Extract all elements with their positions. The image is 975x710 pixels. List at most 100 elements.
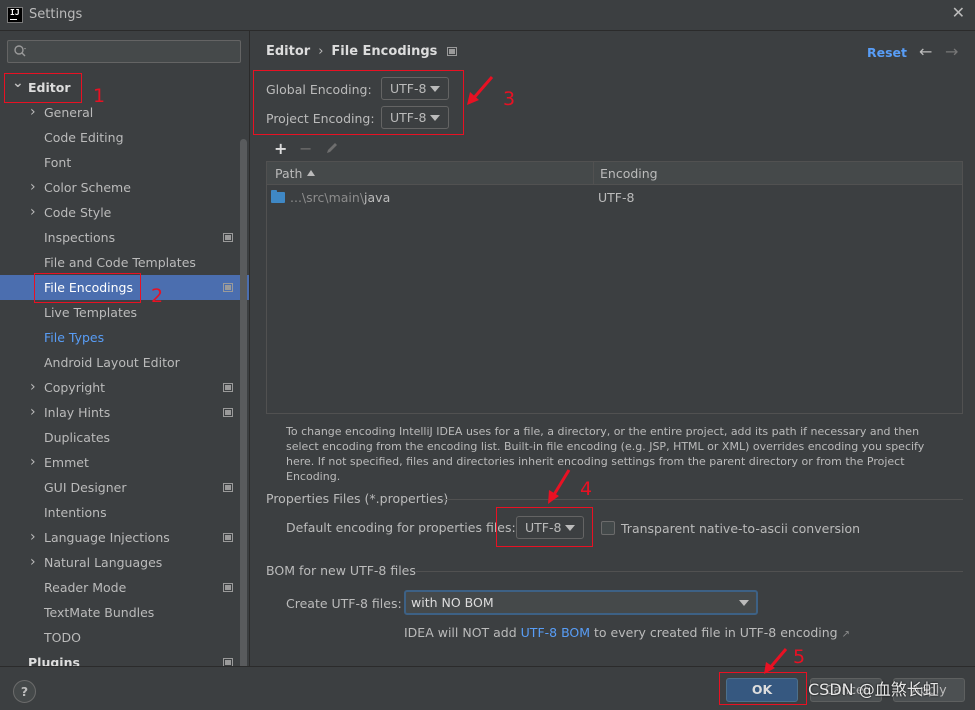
settings-tree: ⌄ Editor › General Code Editing Font › Color Sc… (0, 75, 249, 666)
bom-select[interactable]: with NO BOM (404, 590, 758, 615)
sidebar-item-language-injections[interactable]: › Language Injections (0, 525, 249, 550)
chevron-right-icon[interactable]: › (30, 375, 36, 400)
chevron-down-icon[interactable]: ⌄ (12, 71, 24, 96)
sidebar-item-label: Inlay Hints (44, 405, 111, 420)
column-divider[interactable] (593, 162, 594, 185)
project-encoding-select[interactable]: UTF-8 (381, 106, 449, 129)
chevron-right-icon[interactable]: › (30, 100, 36, 125)
annotation-number-1: 1 (93, 85, 106, 107)
sidebar-item-emmet[interactable]: › Emmet (0, 450, 249, 475)
project-encoding-label: Project Encoding: (266, 111, 375, 126)
sidebar-item-android-layout-editor[interactable]: Android Layout Editor (0, 350, 249, 375)
chevron-right-icon[interactable]: › (30, 525, 36, 550)
project-scope-icon (223, 583, 233, 592)
help-button[interactable]: ? (13, 680, 36, 703)
csdn-watermark: CSDN @血煞长虹 (808, 680, 939, 699)
chevron-right-icon[interactable]: › (30, 450, 36, 475)
ok-button[interactable]: OK (726, 678, 798, 702)
sidebar-scrollbar[interactable] (240, 139, 247, 666)
breadcrumb-separator: › (318, 44, 324, 59)
utf8-bom-link[interactable]: UTF-8 BOM (521, 625, 590, 640)
row-path: ...\src\main\java (290, 190, 391, 205)
sidebar-item-plugins[interactable]: Plugins (0, 650, 249, 666)
intellij-logo-icon: IJ (7, 7, 23, 23)
bom-select-value: with NO BOM (411, 595, 494, 610)
annotation-number-3: 3 (503, 88, 516, 110)
sidebar-item-file-encodings[interactable]: File Encodings (0, 275, 249, 300)
global-encoding-select[interactable]: UTF-8 (381, 77, 449, 100)
add-path-button[interactable]: + (274, 139, 287, 158)
chevron-right-icon[interactable]: › (30, 200, 36, 225)
project-scope-icon (223, 408, 233, 417)
sidebar-item-label: Reader Mode (44, 580, 127, 595)
sidebar-item-font[interactable]: Font (0, 150, 249, 175)
chevron-down-icon (739, 600, 749, 606)
edit-pencil-icon[interactable] (325, 141, 339, 155)
sidebar-item-label: File Encodings (44, 280, 134, 295)
remove-path-button[interactable]: − (299, 139, 312, 158)
sidebar-item-label: Editor (28, 80, 71, 95)
annotation-number-4: 4 (580, 478, 593, 500)
sidebar-item-duplicates[interactable]: Duplicates (0, 425, 249, 450)
chevron-right-icon[interactable]: › (30, 175, 36, 200)
sidebar-item-label: Intentions (44, 505, 107, 520)
breadcrumb-parent[interactable]: Editor (266, 44, 310, 59)
breadcrumb: Editor › File Encodings (266, 44, 458, 59)
column-header-encoding[interactable]: Encoding (600, 162, 658, 185)
sidebar-item-color-scheme[interactable]: › Color Scheme (0, 175, 249, 200)
properties-encoding-select[interactable]: UTF-8 (516, 516, 584, 539)
sidebar-item-label: Copyright (44, 380, 106, 395)
bom-section-title: BOM for new UTF-8 files (266, 563, 416, 578)
sidebar-item-label: Duplicates (44, 430, 111, 445)
forward-arrow-icon[interactable]: → (945, 42, 958, 61)
sidebar-item-code-editing[interactable]: Code Editing (0, 125, 249, 150)
annotation-number-2: 2 (151, 285, 164, 307)
sidebar-item-gui-designer[interactable]: GUI Designer (0, 475, 249, 500)
project-scope-icon (223, 658, 233, 666)
properties-section-title: Properties Files (*.properties) (266, 491, 449, 506)
sidebar-item-intentions[interactable]: Intentions (0, 500, 249, 525)
sidebar-item-label: Language Injections (44, 530, 170, 545)
reset-link[interactable]: Reset (867, 45, 907, 60)
properties-encoding-label: Default encoding for properties files: (286, 520, 516, 535)
sidebar-item-live-templates[interactable]: Live Templates (0, 300, 249, 325)
sidebar-item-label: TextMate Bundles (44, 605, 155, 620)
sidebar-item-reader-mode[interactable]: Reader Mode (0, 575, 249, 600)
sidebar-item-file-types[interactable]: File Types (0, 325, 249, 350)
chevron-right-icon[interactable]: › (30, 400, 36, 425)
native-to-ascii-label[interactable]: Transparent native-to-ascii conversion (621, 521, 860, 536)
project-scope-icon (223, 233, 233, 242)
sidebar-item-code-style[interactable]: › Code Style (0, 200, 249, 225)
chevron-down-icon (565, 525, 575, 531)
settings-search-input[interactable] (7, 40, 241, 63)
sidebar-item-todo[interactable]: TODO (0, 625, 249, 650)
section-divider (443, 499, 963, 500)
chevron-down-icon (430, 86, 440, 92)
sidebar-item-editor[interactable]: ⌄ Editor (0, 75, 249, 100)
column-header-path[interactable]: Path (275, 162, 316, 185)
sidebar-item-natural-languages[interactable]: › Natural Languages (0, 550, 249, 575)
row-encoding[interactable]: UTF-8 (598, 185, 634, 210)
global-encoding-label: Global Encoding: (266, 82, 372, 97)
project-scope-icon (223, 533, 233, 542)
project-scope-icon (223, 383, 233, 392)
back-arrow-icon[interactable]: ← (919, 42, 932, 61)
sidebar-item-label: GUI Designer (44, 480, 127, 495)
close-icon[interactable]: ✕ (952, 5, 965, 21)
sidebar-item-inlay-hints[interactable]: › Inlay Hints (0, 400, 249, 425)
folder-icon (271, 190, 285, 203)
annotation-number-5: 5 (793, 646, 806, 668)
sidebar-item-copyright[interactable]: › Copyright (0, 375, 249, 400)
sidebar-item-inspections[interactable]: Inspections (0, 225, 249, 250)
sidebar-item-file-and-code-templates[interactable]: File and Code Templates (0, 250, 249, 275)
table-row[interactable]: ...\src\main\java UTF-8 (267, 185, 962, 210)
native-to-ascii-checkbox[interactable] (601, 521, 615, 535)
create-utf8-label: Create UTF-8 files: (286, 596, 402, 611)
sidebar-item-label: Plugins (28, 655, 80, 666)
sidebar-item-textmate-bundles[interactable]: TextMate Bundles (0, 600, 249, 625)
chevron-right-icon[interactable]: › (30, 550, 36, 575)
sidebar-item-general[interactable]: › General (0, 100, 249, 125)
properties-encoding-value: UTF-8 (525, 520, 562, 535)
sidebar-item-label: Code Editing (44, 130, 124, 145)
sidebar-item-label: Android Layout Editor (44, 355, 180, 370)
